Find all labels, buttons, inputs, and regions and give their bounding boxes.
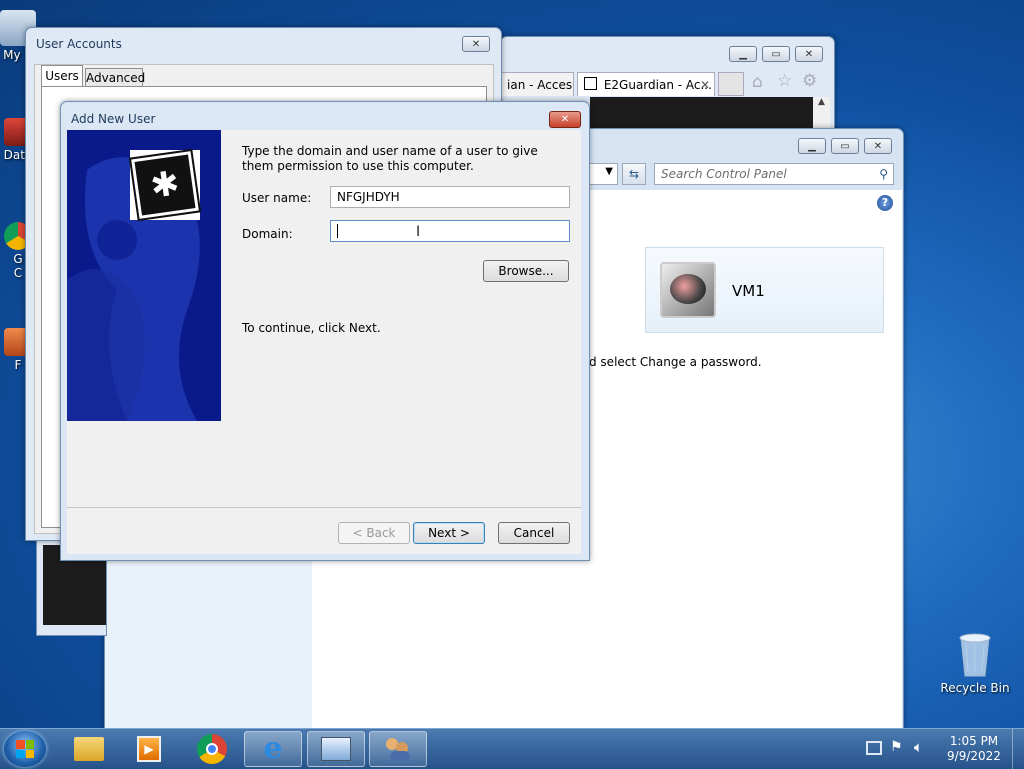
- dialog-instruction: Type the domain and user name of a user …: [242, 144, 538, 173]
- domain-label: Domain:: [242, 227, 293, 241]
- home-icon[interactable]: ⌂: [752, 72, 763, 92]
- domain-field[interactable]: I: [330, 220, 570, 242]
- browser-tab-active[interactable]: E2Guardian - Ac... ✕: [577, 72, 715, 96]
- help-icon[interactable]: ?: [877, 195, 893, 211]
- scrollbar[interactable]: ▲: [813, 97, 830, 130]
- dialog-banner: ✱: [67, 130, 221, 421]
- tab-advanced[interactable]: Advanced: [85, 68, 146, 87]
- windows-logo-icon: [16, 740, 34, 758]
- tab-close-icon[interactable]: ✕: [700, 73, 710, 96]
- account-tile[interactable]: VM1: [645, 247, 884, 333]
- taskbar-media-player[interactable]: ▶: [120, 731, 178, 767]
- next-button[interactable]: Next >: [413, 522, 485, 544]
- folder-icon: [74, 737, 104, 761]
- taskbar-chrome[interactable]: [183, 731, 241, 767]
- control-panel-icon: [321, 737, 351, 761]
- desktop-icon-label: F: [14, 358, 22, 372]
- dialog-body: ✱ Type the domain and user name of a use…: [67, 130, 581, 554]
- show-desktop-button[interactable]: [1012, 729, 1024, 769]
- media-player-icon: ▶: [137, 736, 161, 762]
- account-picture-icon: [660, 262, 716, 318]
- browser-tab[interactable]: ian - Acces...: [500, 72, 574, 96]
- favorites-star-icon[interactable]: ☆: [777, 71, 792, 91]
- refresh-button[interactable]: ⇆: [622, 163, 646, 185]
- start-button[interactable]: [4, 731, 46, 767]
- chrome-icon: [197, 734, 227, 764]
- ibeam-cursor-icon: I: [416, 224, 421, 240]
- desktop-icon-recycle-bin[interactable]: Recycle Bin: [940, 630, 1010, 695]
- taskbar-explorer[interactable]: [60, 731, 118, 767]
- desktop-icon-label: G C: [13, 252, 23, 280]
- close-button[interactable]: ✕: [462, 36, 490, 52]
- address-bar[interactable]: ▼: [588, 163, 618, 185]
- username-label: User name:: [242, 191, 312, 205]
- back-button[interactable]: < Back: [338, 522, 410, 544]
- username-value: NFGJHDYH: [337, 190, 400, 204]
- taskbar-internet-explorer[interactable]: e: [244, 731, 302, 767]
- cancel-button[interactable]: Cancel: [498, 522, 570, 544]
- taskbar-user-accounts[interactable]: [369, 731, 427, 767]
- tab-users[interactable]: Users: [41, 65, 83, 88]
- tab-label: E2Guardian - Ac...: [603, 78, 712, 92]
- clock[interactable]: 1:05 PM 9/9/2022: [944, 734, 1004, 764]
- text-cursor: [337, 224, 338, 238]
- tray-volume-icon[interactable]: 🔈︎: [914, 738, 923, 756]
- control-panel-sidebar: [105, 560, 312, 728]
- dialog-title: Add New User: [71, 112, 156, 126]
- gear-icon[interactable]: ⚙: [802, 71, 817, 91]
- search-input[interactable]: Search Control Panel ⚲: [654, 163, 894, 185]
- scroll-up-icon[interactable]: ▲: [813, 97, 830, 107]
- minimize-button[interactable]: ▁: [798, 138, 826, 154]
- dropdown-arrow-icon[interactable]: ▼: [605, 166, 613, 177]
- maximize-button[interactable]: ▭: [762, 46, 790, 62]
- taskbar-control-panel[interactable]: [307, 731, 365, 767]
- tray-action-center-icon[interactable]: ⚑: [890, 739, 903, 755]
- button-label: Next >: [428, 526, 470, 540]
- button-label: Cancel: [513, 526, 555, 540]
- taskbar: ▶ e ⚑ 🔈︎ 1:05 PM 9/9/2022: [0, 728, 1024, 769]
- minimize-button[interactable]: ▁: [729, 46, 757, 62]
- recycle-bin-icon: [959, 633, 991, 677]
- browser-content: [590, 97, 813, 130]
- tab-label: Advanced: [86, 71, 146, 85]
- window-title: User Accounts: [36, 37, 122, 51]
- instruction-text: d select Change a password.: [589, 355, 762, 369]
- tab-label: Users: [45, 69, 79, 83]
- maximize-button[interactable]: ▭: [831, 138, 859, 154]
- button-label: Browse...: [498, 264, 554, 278]
- page-icon: [584, 77, 597, 90]
- accessibility-icon: ✱: [128, 148, 202, 222]
- continue-text: To continue, click Next.: [242, 321, 381, 335]
- desktop-icon-label: Recycle Bin: [940, 681, 1010, 695]
- browse-button[interactable]: Browse...: [483, 260, 569, 282]
- search-placeholder: Search Control Panel: [661, 167, 787, 181]
- users-icon: [384, 736, 412, 762]
- tray-network-icon[interactable]: [866, 741, 882, 755]
- internet-explorer-icon: e: [263, 731, 283, 766]
- close-button[interactable]: ✕: [864, 138, 892, 154]
- tab-label: ian - Acces...: [507, 78, 573, 92]
- username-field[interactable]: NFGJHDYH: [330, 186, 570, 208]
- button-label: < Back: [352, 526, 396, 540]
- new-tab-button[interactable]: [718, 72, 744, 96]
- clock-time: 1:05 PM: [949, 734, 999, 748]
- close-button[interactable]: ✕: [549, 111, 581, 128]
- separator: [67, 507, 581, 508]
- close-button[interactable]: ✕: [795, 46, 823, 62]
- clock-date: 9/9/2022: [947, 749, 1001, 763]
- search-icon[interactable]: ⚲: [879, 164, 888, 184]
- account-name: VM1: [732, 282, 765, 300]
